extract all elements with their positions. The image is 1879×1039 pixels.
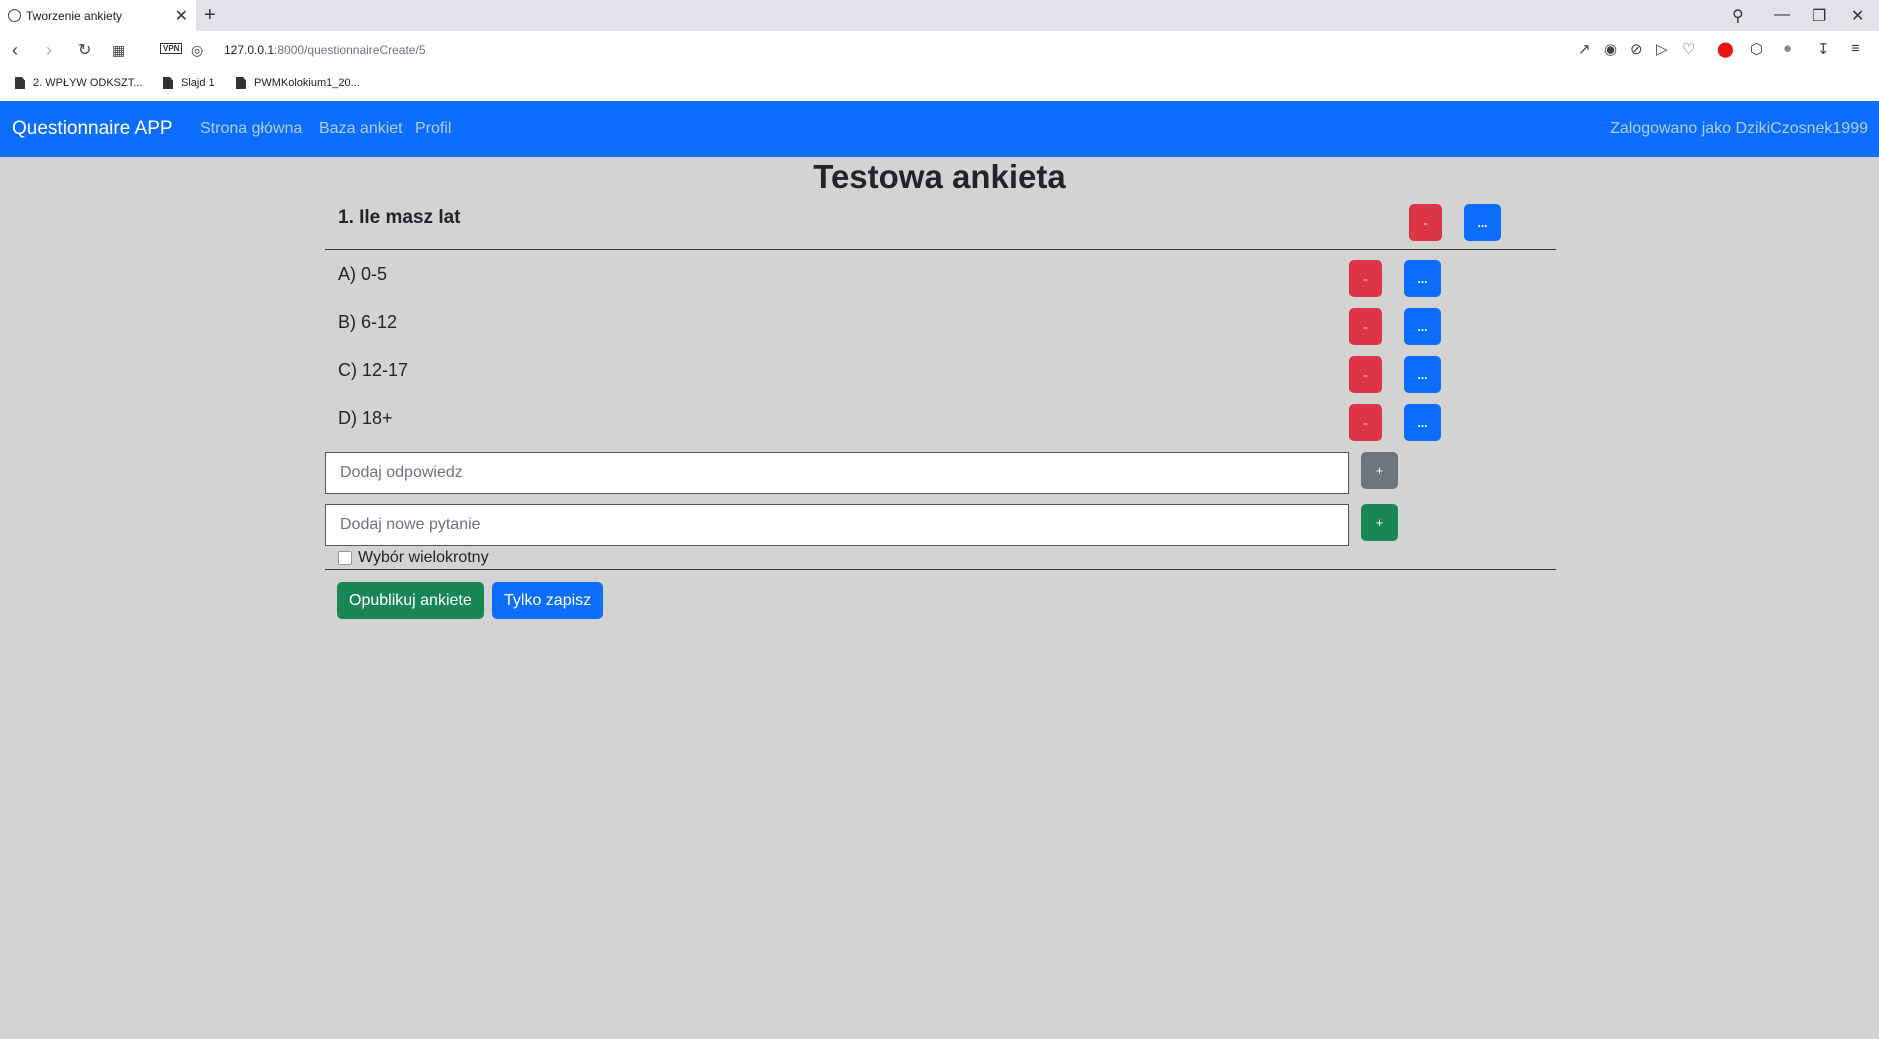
answer-text: D) 18+ (338, 408, 393, 428)
add-question-input[interactable] (325, 504, 1349, 546)
reload-icon[interactable]: ↻ (78, 40, 91, 60)
edit-question-button[interactable]: ... (1464, 204, 1501, 241)
share-icon[interactable]: ↗ (1578, 40, 1591, 58)
cube-icon[interactable]: ⬡ (1750, 40, 1763, 58)
camera-icon[interactable]: ◉ (1604, 40, 1617, 58)
back-icon[interactable]: ‹ (12, 40, 18, 61)
delete-answer-button[interactable]: - (1349, 404, 1382, 441)
site-info-icon[interactable]: ◎ (191, 42, 203, 59)
bookmark-label: PWMKolokium1_20... (254, 77, 360, 89)
page-title: Testowa ankieta (813, 158, 1066, 195)
publish-button[interactable]: Opublikuj ankiete (337, 582, 484, 619)
multiple-choice-checkbox[interactable] (338, 551, 352, 565)
bookmarks-bar: 2. WPŁYW ODKSZT... Slajd 1 PWMKolokium1_… (0, 70, 1879, 101)
forward-icon[interactable]: › (46, 40, 52, 61)
bookmark-item[interactable]: 2. WPŁYW ODKSZT... (15, 77, 142, 89)
delete-answer-button[interactable]: - (1349, 260, 1382, 297)
heart-icon[interactable]: ♡ (1682, 40, 1695, 58)
delete-question-button[interactable]: - (1409, 204, 1442, 241)
url-field[interactable]: 127.0.0.1:8000/questionnaireCreate/5 (224, 43, 426, 57)
answer-text: B) 6-12 (338, 312, 398, 332)
close-window-icon[interactable]: ✕ (1851, 6, 1864, 26)
navbar-brand[interactable]: Questionnaire APP (12, 118, 173, 140)
url-path: :8000/questionnaireCreate/5 (274, 43, 426, 57)
document-icon (15, 77, 25, 89)
address-bar: ‹ › ↻ ▦ VPN ◎ 127.0.0.1:8000/questionnai… (0, 31, 1879, 70)
url-host: 127.0.0.1 (224, 43, 275, 57)
bookmark-item[interactable]: Slajd 1 (163, 77, 215, 89)
app-navbar: Questionnaire APP Strona główna Baza ank… (0, 101, 1879, 157)
download-icon[interactable]: ↧ (1817, 40, 1830, 58)
browser-tab[interactable]: Tworzenie ankiety ✕ (0, 0, 196, 31)
add-question-button[interactable]: + (1361, 504, 1398, 541)
edit-answer-button[interactable]: ... (1404, 260, 1441, 297)
bookmark-item[interactable]: PWMKolokium1_20... (236, 77, 360, 89)
opera-icon[interactable]: ⬤ (1717, 40, 1734, 58)
minimize-icon[interactable]: — (1774, 6, 1790, 24)
answer-text: C) 12-17 (338, 360, 409, 380)
logged-in-user: Zalogowano jako DzikiCzosnek1999 (1610, 120, 1868, 137)
nav-link-questionnaires[interactable]: Baza ankiet (319, 120, 403, 138)
document-icon (163, 77, 173, 89)
send-icon[interactable]: ▷ (1656, 40, 1668, 58)
nav-link-home[interactable]: Strona główna (200, 120, 302, 138)
multiple-choice-label: Wybór wielokrotny (358, 549, 489, 566)
globe-icon (8, 9, 21, 22)
close-tab-icon[interactable]: ✕ (175, 6, 188, 26)
menu-icon[interactable]: ≡ (1851, 40, 1860, 57)
search-tabs-icon[interactable]: ⚲ (1732, 6, 1744, 26)
divider (325, 249, 1556, 250)
edit-answer-button[interactable]: ... (1404, 308, 1441, 345)
nav-link-profile[interactable]: Profil (415, 120, 451, 138)
save-only-button[interactable]: Tylko zapisz (492, 582, 604, 619)
profile-icon[interactable]: ● (1783, 40, 1792, 57)
add-answer-button[interactable]: + (1361, 452, 1398, 489)
restore-icon[interactable]: ❐ (1812, 6, 1826, 26)
document-icon (236, 77, 246, 89)
add-answer-input[interactable] (325, 452, 1349, 494)
question-text: 1. Ile masz lat (338, 207, 461, 228)
delete-answer-button[interactable]: - (1349, 356, 1382, 393)
speed-dial-icon[interactable]: ▦ (112, 42, 125, 59)
answer-text: A) 0-5 (338, 264, 388, 284)
tab-title: Tworzenie ankiety (26, 8, 123, 23)
bookmark-label: 2. WPŁYW ODKSZT... (33, 77, 143, 89)
bookmark-label: Slajd 1 (181, 77, 215, 89)
vpn-badge[interactable]: VPN (160, 43, 183, 54)
edit-answer-button[interactable]: ... (1404, 356, 1441, 393)
browser-tab-bar: Tworzenie ankiety ✕ + ⚲ — ❐ ✕ (0, 0, 1879, 31)
new-tab-icon[interactable]: + (204, 4, 216, 27)
divider (325, 569, 1556, 570)
block-icon[interactable]: ⊘ (1630, 40, 1643, 58)
delete-answer-button[interactable]: - (1349, 308, 1382, 345)
edit-answer-button[interactable]: ... (1404, 404, 1441, 441)
